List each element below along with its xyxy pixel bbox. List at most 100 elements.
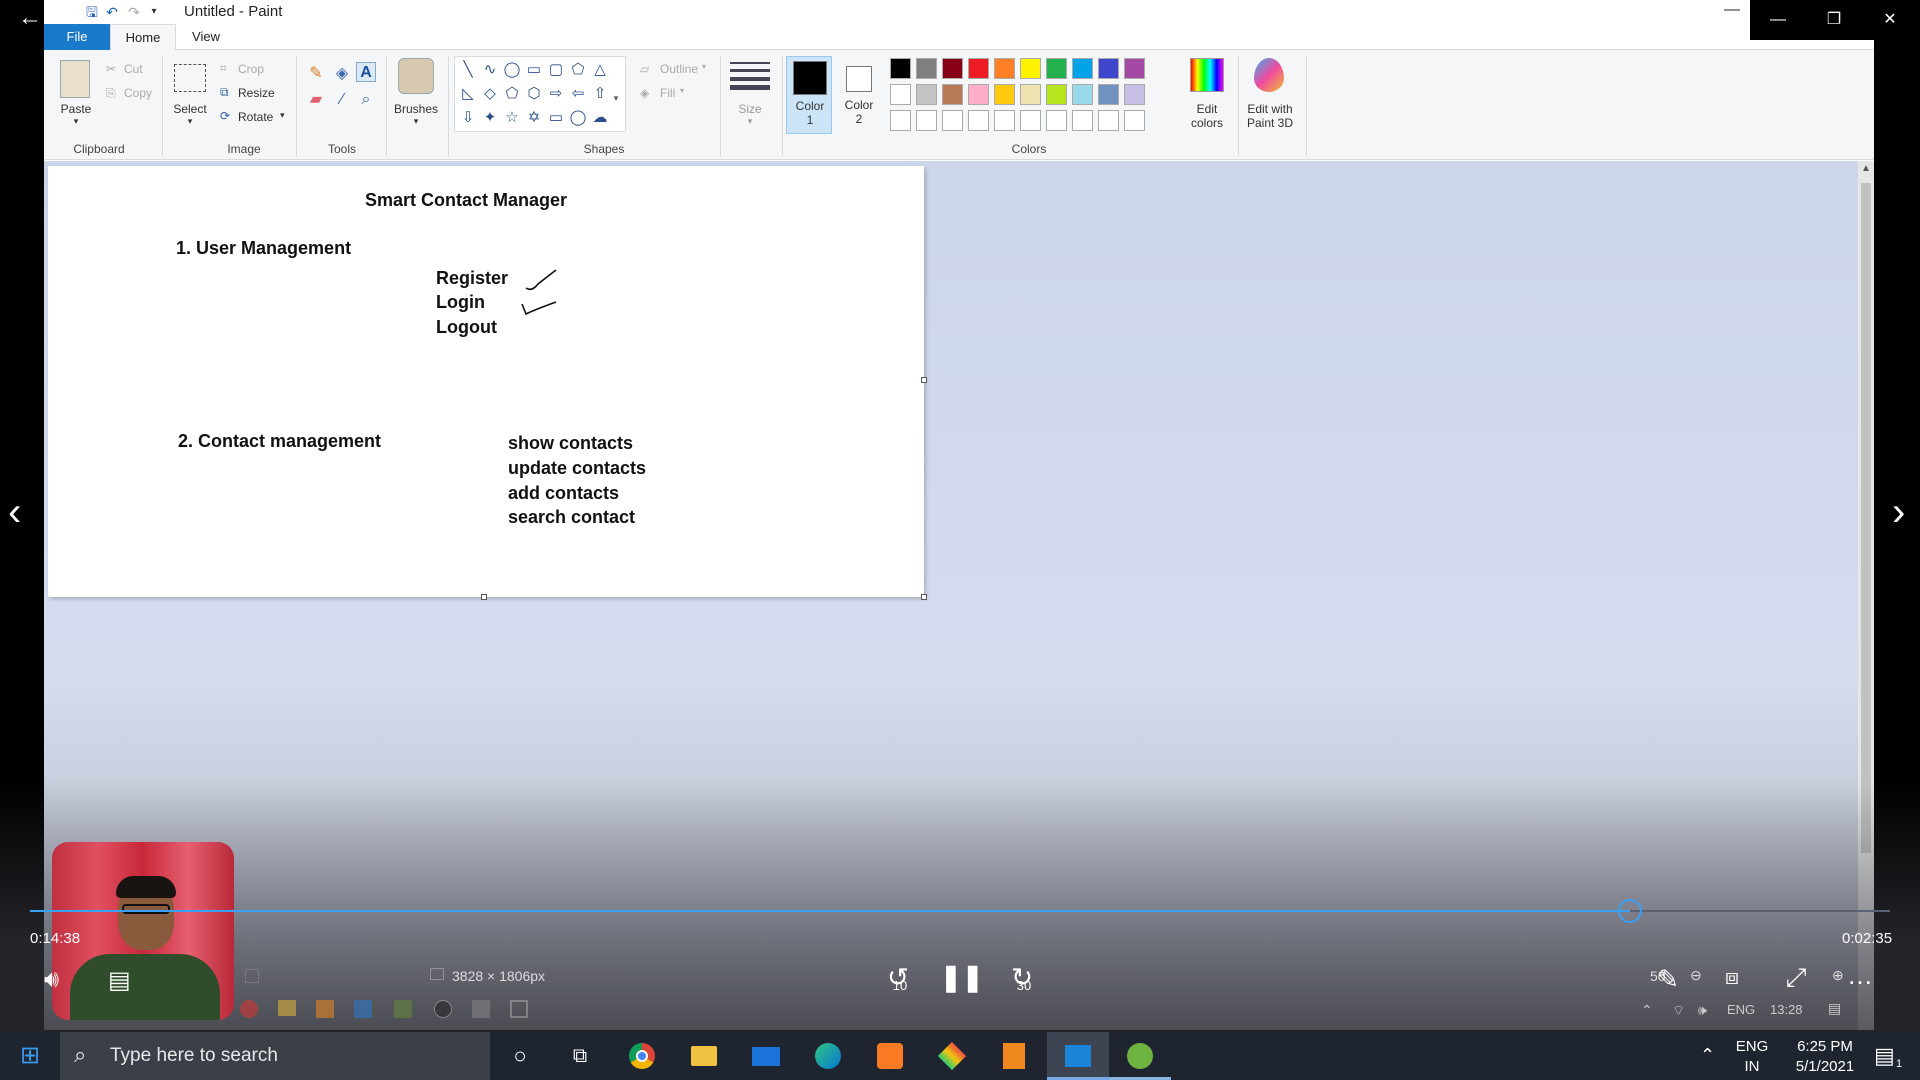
undo-icon[interactable]: ↶ (104, 4, 120, 20)
select-button[interactable]: Select (166, 102, 214, 116)
palette-swatch[interactable] (1072, 110, 1093, 131)
right-arrow-shape-icon[interactable]: ⇨ (545, 83, 567, 105)
palette-swatch[interactable] (968, 84, 989, 105)
palette-swatch[interactable] (994, 58, 1015, 79)
palette-swatch[interactable] (1046, 58, 1067, 79)
size-dropdown-icon[interactable]: ▾ (724, 116, 776, 127)
shapes-gallery[interactable]: ╲ ∿ ◯ ▭ ▢ ⬠ △ ◺ ◇ ⬠ ⬡ ⇨ ⇦ ⇧ ⇩ ✦ ☆ ✡ ▭ ◯ (454, 56, 626, 132)
resize-handle-right[interactable] (921, 377, 927, 383)
paste-icon[interactable] (60, 60, 90, 98)
windows-start-icon[interactable]: ⊞ (14, 1040, 46, 1072)
customize-toolbar-icon[interactable]: ▾ (146, 4, 162, 20)
color-picker-icon[interactable]: ⁄ (332, 90, 352, 110)
edge-icon[interactable] (812, 1040, 844, 1072)
down-arrow-shape-icon[interactable]: ⇩ (457, 107, 479, 129)
more-options-icon[interactable]: … (1842, 960, 1878, 991)
palette-swatch[interactable] (890, 110, 911, 131)
palette-swatch[interactable] (1020, 58, 1041, 79)
tab-view[interactable]: View (176, 24, 236, 50)
resize-button[interactable]: Resize (238, 86, 275, 100)
clock-date[interactable]: 5/1/2021 (1780, 1058, 1870, 1075)
palette-swatch[interactable] (916, 84, 937, 105)
rotate-button[interactable]: Rotate (238, 110, 273, 124)
select-icon[interactable] (174, 64, 206, 92)
zoom-out-icon[interactable]: ⊖ (1690, 967, 1702, 984)
palette-swatch[interactable] (942, 84, 963, 105)
oval-shape-icon[interactable]: ◯ (501, 59, 523, 81)
rounded-rectangle-shape-icon[interactable]: ▢ (545, 59, 567, 81)
sublime-text-icon[interactable] (998, 1040, 1030, 1072)
file-explorer-icon[interactable] (688, 1040, 720, 1072)
triangle-shape-icon[interactable]: △ (589, 59, 611, 81)
brushes-dropdown-icon[interactable]: ▾ (390, 116, 442, 127)
outline-button[interactable]: Outline (660, 62, 698, 76)
size-icon[interactable] (730, 60, 770, 90)
callout-rect-shape-icon[interactable]: ▭ (545, 107, 567, 129)
color1-button[interactable]: Color 1 (786, 56, 832, 134)
palette-swatch[interactable] (994, 110, 1015, 131)
magnifier-icon[interactable]: ⌕ (356, 90, 376, 110)
tab-home[interactable]: Home (110, 24, 176, 50)
palette-swatch[interactable] (1098, 110, 1119, 131)
palette-swatch[interactable] (890, 84, 911, 105)
palette-swatch[interactable] (994, 84, 1015, 105)
seek-bar[interactable] (30, 899, 1890, 923)
brushes-icon[interactable] (398, 58, 434, 94)
captions-icon[interactable]: ▤ (108, 966, 131, 995)
git-icon[interactable] (936, 1040, 968, 1072)
line-shape-icon[interactable]: ╲ (457, 59, 479, 81)
rectangle-shape-icon[interactable]: ▭ (523, 59, 545, 81)
language-line1[interactable]: ENG (1732, 1038, 1772, 1055)
xampp-icon[interactable] (874, 1040, 906, 1072)
fill-bucket-icon[interactable]: ◈ (332, 64, 352, 84)
text-tool-icon[interactable]: A (356, 62, 376, 82)
previous-arrow-icon[interactable]: ‹ (8, 490, 21, 535)
palette-swatch[interactable] (968, 110, 989, 131)
fill-button[interactable]: Fill (660, 86, 675, 100)
polygon-shape-icon[interactable]: ⬠ (567, 59, 589, 81)
size-button[interactable]: Size (724, 102, 776, 116)
left-arrow-shape-icon[interactable]: ⇦ (567, 83, 589, 105)
five-point-star-shape-icon[interactable]: ☆ (501, 107, 523, 129)
tray-chevron-icon[interactable]: ⌃ (1700, 1045, 1715, 1066)
palette-swatch[interactable] (1098, 58, 1119, 79)
palette-swatch[interactable] (890, 58, 911, 79)
pen-icon[interactable]: ✎ (1650, 964, 1686, 995)
callout-cloud-shape-icon[interactable]: ☁ (589, 107, 611, 129)
tab-file[interactable]: File (44, 24, 110, 50)
search-box[interactable]: ⌕ Type here to search (60, 1032, 490, 1080)
palette-swatch[interactable] (1046, 110, 1067, 131)
color2-button[interactable]: Color 2 (836, 56, 882, 134)
pencil-icon[interactable]: ✎ (306, 64, 326, 84)
resize-handle-corner[interactable] (921, 594, 927, 600)
outline-dropdown-icon[interactable]: ▾ (702, 62, 706, 71)
redo-icon[interactable]: ↷ (126, 4, 142, 20)
brushes-button[interactable]: Brushes (390, 102, 442, 116)
save-icon[interactable]: 🖫 (84, 4, 100, 20)
pentagon-shape-icon[interactable]: ⬠ (501, 83, 523, 105)
palette-swatch[interactable] (1124, 58, 1145, 79)
edit-with-paint3d-button[interactable]: Edit with (1240, 102, 1300, 116)
mini-view-icon[interactable]: ⧈ (1714, 964, 1750, 990)
restore-button[interactable]: ❐ (1806, 0, 1862, 40)
callout-oval-shape-icon[interactable]: ◯ (567, 107, 589, 129)
pause-button[interactable]: ❚❚ (940, 962, 984, 993)
edit-colors-icon[interactable] (1190, 58, 1224, 92)
drawing-canvas[interactable]: Smart Contact Manager 1. User Management… (48, 166, 927, 600)
paste-dropdown-icon[interactable]: ▾ (52, 116, 100, 127)
shapes-more-icon[interactable]: ▾ (609, 87, 623, 109)
fullscreen-icon[interactable]: ⤢ (1778, 962, 1814, 994)
palette-swatch[interactable] (1020, 110, 1041, 131)
palette-swatch[interactable] (916, 110, 937, 131)
resize-handle-bottom[interactable] (481, 594, 487, 600)
rotate-dropdown-icon[interactable]: ▾ (280, 110, 285, 121)
hexagon-shape-icon[interactable]: ⬡ (523, 83, 545, 105)
palette-swatch[interactable] (1072, 58, 1093, 79)
palette-swatch[interactable] (1098, 84, 1119, 105)
crop-button[interactable]: Crop (238, 62, 264, 76)
diamond-shape-icon[interactable]: ◇ (479, 83, 501, 105)
copy-button[interactable]: Copy (124, 86, 152, 100)
curve-shape-icon[interactable]: ∿ (479, 59, 501, 81)
palette-swatch[interactable] (1124, 110, 1145, 131)
palette-swatch[interactable] (1046, 84, 1067, 105)
